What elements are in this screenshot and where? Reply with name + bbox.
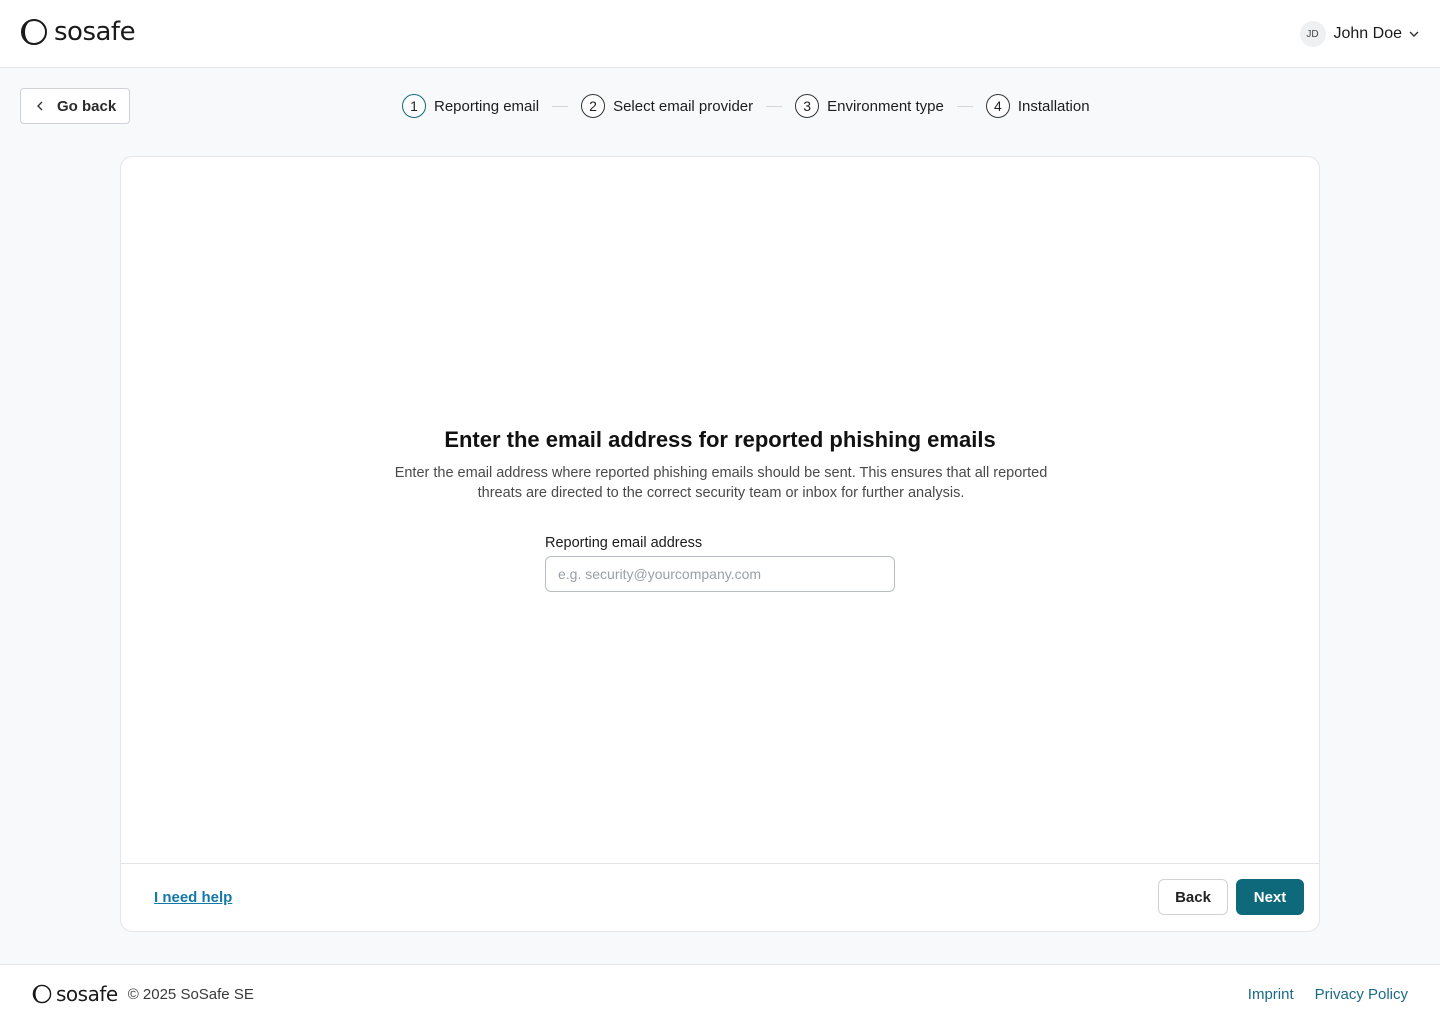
user-menu[interactable]: JD John Doe: [1299, 20, 1421, 48]
chevron-left-icon: [37, 101, 43, 111]
step-label: Select email provider: [613, 97, 754, 115]
page-title: Enter the email address for reported phi…: [444, 427, 996, 452]
reporting-email-input[interactable]: [545, 556, 895, 592]
user-name: John Doe: [1333, 25, 1403, 42]
avatar: JD: [1299, 21, 1326, 47]
step-number: 1: [402, 94, 426, 118]
footer-brand-name: sosafe: [56, 982, 118, 1006]
help-link[interactable]: I need help: [154, 889, 232, 906]
step-divider: [766, 105, 783, 107]
chevron-down-icon: [1409, 31, 1419, 37]
sosafe-logo-icon: [21, 19, 47, 45]
go-back-label: Go back: [57, 97, 117, 115]
step-label: Installation: [1017, 97, 1090, 115]
step-select-email-provider: 2 Select email provider: [581, 94, 753, 118]
step-divider: [956, 105, 973, 107]
app-header: sosafe JD John Doe: [0, 0, 1440, 68]
step-environment-type: 3 Environment type: [795, 94, 944, 118]
footer-links: Imprint Privacy Policy: [1227, 986, 1408, 1003]
sosafe-logo[interactable]: sosafe: [20, 17, 136, 47]
reporting-email-card: Enter the email address for reported phi…: [120, 156, 1320, 932]
step-number: 4: [985, 94, 1010, 118]
brand-name: sosafe: [54, 17, 136, 47]
privacy-policy-link[interactable]: Privacy Policy: [1315, 986, 1408, 1003]
footer-logo: sosafe © 2025 SoSafe SE: [32, 984, 254, 1004]
copyright: © 2025 SoSafe SE: [127, 985, 254, 1003]
back-button[interactable]: Back: [1158, 879, 1228, 915]
step-number: 2: [581, 94, 606, 118]
imprint-link[interactable]: Imprint: [1248, 986, 1294, 1003]
email-field-label: Reporting email address: [545, 535, 703, 551]
next-button[interactable]: Next: [1236, 879, 1304, 915]
step-installation: 4 Installation: [985, 94, 1090, 118]
card-footer: I need help Back Next: [121, 863, 1319, 931]
setup-stepper: 1 Reporting email 2 Select email provide…: [402, 94, 1090, 118]
go-back-button[interactable]: Go back: [20, 88, 130, 124]
step-number: 3: [795, 94, 820, 118]
step-label: Reporting email: [434, 97, 540, 115]
step-label: Environment type: [827, 97, 944, 115]
page-description: Enter the email address where reported p…: [394, 465, 1048, 501]
sosafe-logo-icon: [32, 984, 52, 1004]
step-divider: [552, 105, 569, 107]
step-reporting-email: 1 Reporting email: [402, 94, 539, 118]
page-footer: sosafe © 2025 SoSafe SE Imprint Privacy …: [0, 964, 1440, 1024]
